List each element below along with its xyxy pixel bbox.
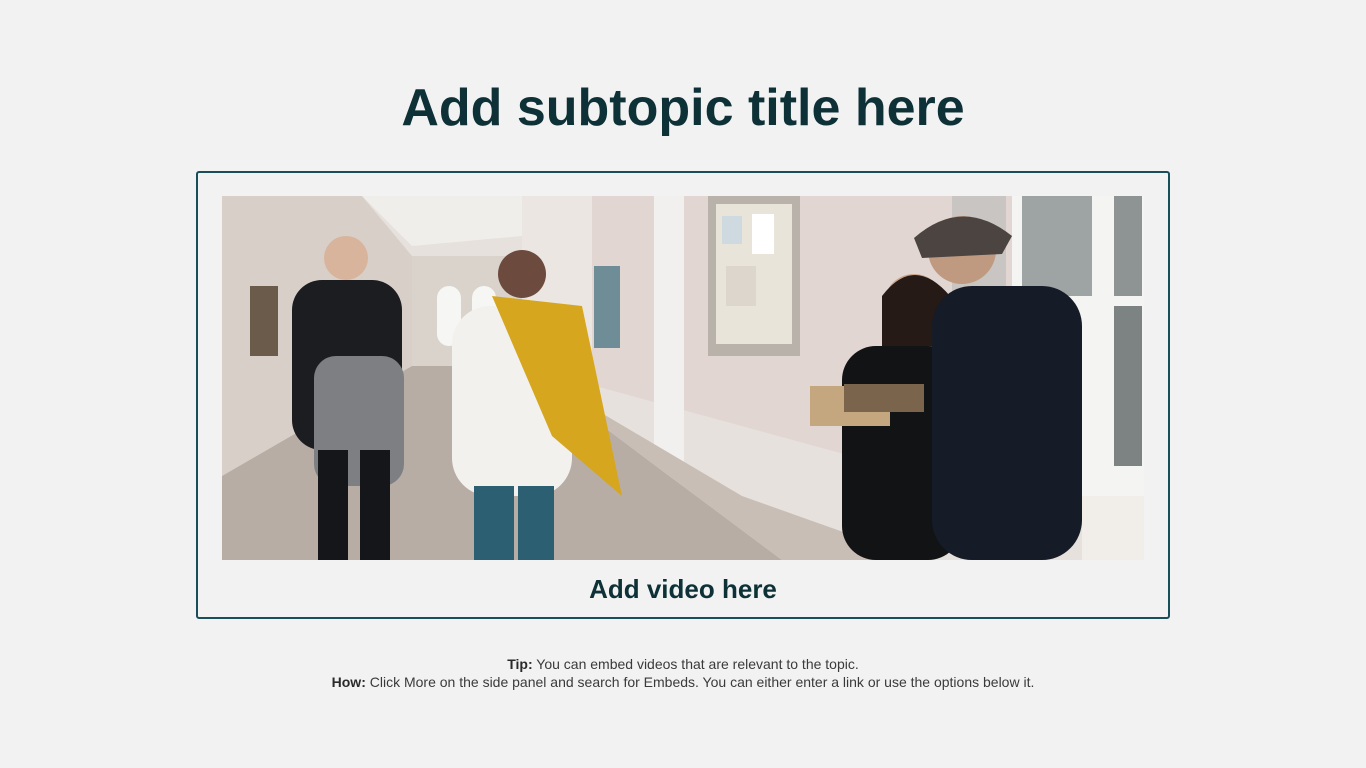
video-caption[interactable]: Add video here bbox=[198, 573, 1168, 605]
tip-line: Tip: You can embed videos that are relev… bbox=[0, 655, 1366, 673]
tip-label: Tip: bbox=[507, 656, 533, 672]
how-text: Click More on the side panel and search … bbox=[365, 674, 1035, 690]
how-line: How: Click More on the side panel and se… bbox=[0, 673, 1366, 691]
slide: Add subtopic title here Add video here T… bbox=[0, 0, 1366, 768]
slide-title[interactable]: Add subtopic title here bbox=[0, 76, 1366, 140]
video-placeholder-frame[interactable]: Add video here bbox=[196, 171, 1170, 619]
hallway-photo-illustration bbox=[222, 196, 1144, 560]
tip-text: You can embed videos that are relevant t… bbox=[532, 656, 859, 672]
how-label: How: bbox=[331, 674, 366, 690]
instruction-notes: Tip: You can embed videos that are relev… bbox=[0, 655, 1366, 691]
placeholder-photo[interactable] bbox=[222, 196, 1144, 560]
